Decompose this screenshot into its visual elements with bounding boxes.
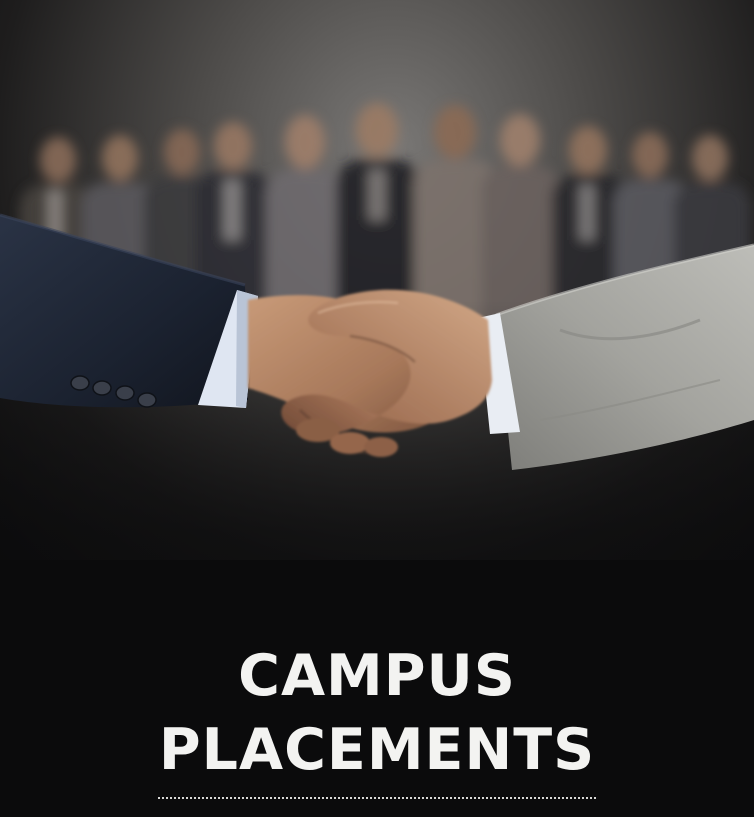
cover-image: CAMPUS PLACEMENTS <box>0 0 754 817</box>
title-line-placements: PLACEMENTS <box>158 717 596 783</box>
dotted-divider <box>158 797 596 799</box>
title-line-campus: CAMPUS <box>238 643 516 709</box>
